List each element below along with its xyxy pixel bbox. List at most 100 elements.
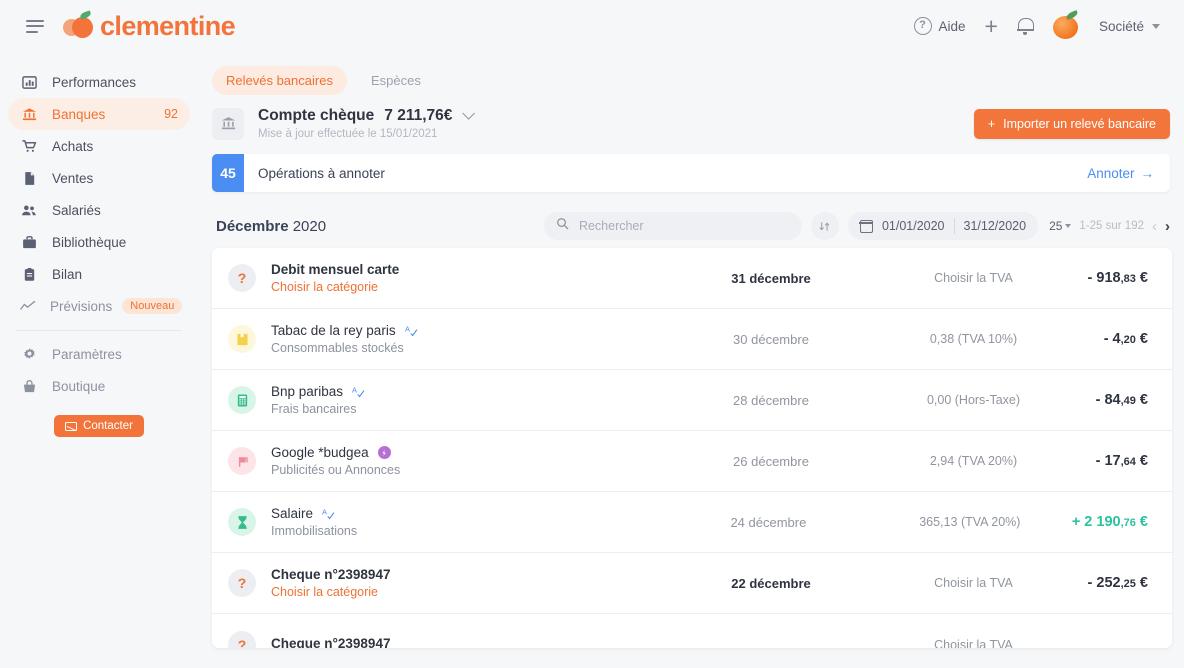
sidebar-item-bibliotheque[interactable]: Bibliothèque <box>8 226 190 258</box>
company-switcher[interactable]: Société <box>1099 19 1160 34</box>
row-tva[interactable]: Choisir la TVA <box>871 576 1076 590</box>
row-date: 30 décembre <box>733 331 809 347</box>
yellow-book-icon <box>228 325 256 353</box>
sidebar-item-label: Performances <box>52 74 137 90</box>
annoter-link[interactable]: Annoter → <box>1087 166 1154 181</box>
row-main: Salaire A Immobilisations <box>271 506 669 538</box>
amount-currency: € <box>1135 331 1148 347</box>
row-amount: - 17,64 € <box>1076 453 1172 469</box>
tab-releves-bancaires[interactable]: Relevés bancaires <box>212 66 347 95</box>
bell-icon[interactable] <box>1016 17 1034 35</box>
sidebar-item-boutique[interactable]: Boutique <box>8 370 190 402</box>
per-page-select[interactable]: 25 <box>1049 219 1072 233</box>
sidebar-item-ventes[interactable]: Ventes <box>8 162 190 194</box>
prev-page-button[interactable]: ‹ <box>1152 219 1157 234</box>
cart-icon <box>20 137 38 155</box>
svg-text:A: A <box>322 507 327 516</box>
import-statement-button[interactable]: + Importer un relevé bancaire <box>973 109 1170 139</box>
row-category[interactable]: Choisir la catégorie <box>271 585 671 599</box>
search-input[interactable] <box>578 219 790 233</box>
table-row[interactable]: Tabac de la rey paris A Consommables sto… <box>212 309 1172 370</box>
table-row[interactable]: ? Debit mensuel carte Choisir la catégor… <box>212 248 1172 309</box>
tab-bar: Relevés bancaires Espèces <box>198 52 1184 95</box>
account-updated: Mise à jour effectuée le 15/01/2021 <box>258 128 438 140</box>
brand-logo-area[interactable]: clementine <box>63 10 236 42</box>
row-category[interactable]: Publicités ou Annonces <box>271 463 671 477</box>
trend-line-icon <box>20 297 36 315</box>
row-date: 31 décembre <box>731 270 811 286</box>
row-category[interactable]: Consommables stockés <box>271 341 671 355</box>
table-row[interactable]: Bnp paribas A Frais bancaires 28 décembr… <box>212 370 1172 431</box>
sidebar-item-salaries[interactable]: Salariés <box>8 194 190 226</box>
date-divider <box>953 218 955 234</box>
sidebar-item-bilan[interactable]: Bilan <box>8 258 190 290</box>
top-bar: clementine ? Aide + Société <box>0 0 1184 52</box>
row-tva[interactable]: 0,38 (TVA 10%) <box>871 332 1076 346</box>
amount-dec: ,49 <box>1120 395 1136 407</box>
import-label: Importer un relevé bancaire <box>1003 117 1156 131</box>
sidebar-item-label: Bibliothèque <box>52 234 127 250</box>
row-tva[interactable]: Choisir la TVA <box>871 271 1076 285</box>
question-mark-icon: ? <box>228 630 256 648</box>
sidebar-item-label: Ventes <box>52 170 94 186</box>
table-row[interactable]: ? Cheque n°2398947 Choisir la catégorie … <box>212 553 1172 614</box>
hamburger-icon[interactable] <box>26 19 44 33</box>
row-title-text: Debit mensuel carte <box>271 262 400 277</box>
table-row[interactable]: Salaire A Immobilisations 24 décembre 36… <box>212 492 1172 553</box>
add-button[interactable]: + <box>985 14 998 38</box>
auto-categorized-icon: A <box>322 507 335 520</box>
row-title-text: Google *budgea <box>271 445 369 460</box>
sidebar-item-banques[interactable]: Banques 92 <box>8 98 190 130</box>
amount-int: + 2 190 <box>1071 514 1121 530</box>
row-title-text: Salaire <box>271 506 314 521</box>
account-text: Compte chèque 7 211,76€ Mise à jour effe… <box>258 107 476 140</box>
sidebar-item-badge: Nouveau <box>122 298 183 314</box>
row-tva[interactable]: 365,13 (TVA 20%) <box>868 515 1072 529</box>
sort-arrows-icon[interactable] <box>810 212 839 240</box>
row-category[interactable]: Choisir la catégorie <box>271 280 671 294</box>
date-from[interactable]: 01/01/2020 <box>882 219 945 233</box>
tab-especes[interactable]: Espèces <box>357 66 435 95</box>
row-tva[interactable]: 0,00 (Hors-Taxe) <box>871 393 1076 407</box>
row-category[interactable]: Immobilisations <box>271 524 669 538</box>
annotation-label: Opérations à annoter <box>258 165 385 181</box>
chevron-down-icon <box>1152 23 1160 29</box>
date-to[interactable]: 31/12/2020 <box>964 219 1027 233</box>
avatar[interactable] <box>1052 10 1080 40</box>
row-tva[interactable]: Choisir la TVA <box>871 638 1076 649</box>
annotation-count-badge: 45 <box>212 154 244 192</box>
row-date: 26 décembre <box>733 453 809 469</box>
contact-button[interactable]: Contacter <box>54 415 144 437</box>
row-amount: - 84,49 € <box>1076 392 1172 408</box>
sidebar-item-parametres[interactable]: Paramètres <box>8 338 190 370</box>
sidebar-item-label: Bilan <box>52 266 83 282</box>
date-range-filter[interactable]: 01/01/2020 31/12/2020 <box>847 212 1039 240</box>
row-tva[interactable]: 2,94 (TVA 20%) <box>871 454 1076 468</box>
next-page-button[interactable]: › <box>1165 219 1170 234</box>
row-title: Bnp paribas A <box>271 384 671 399</box>
search-box[interactable] <box>543 212 802 240</box>
users-icon <box>20 201 38 219</box>
main-content: Relevés bancaires Espèces Compte chèque … <box>198 52 1184 668</box>
amount-currency: € <box>1135 392 1148 408</box>
row-category[interactable]: Frais bancaires <box>271 402 671 416</box>
top-bar-actions: ? Aide + Société <box>913 10 1160 40</box>
sidebar-item-count: 92 <box>164 107 178 121</box>
amount-dec: ,64 <box>1120 456 1136 468</box>
chevron-down-icon[interactable] <box>462 107 476 120</box>
row-main: Cheque n°2398947 Choisir la catégorie <box>271 567 671 599</box>
help-button[interactable]: ? Aide <box>913 17 966 35</box>
sidebar-item-label: Prévisions <box>50 298 113 314</box>
sidebar-item-performances[interactable]: Performances <box>8 66 190 98</box>
sidebar-item-previsions[interactable]: Prévisions Nouveau <box>8 290 190 322</box>
svg-text:A: A <box>405 324 410 333</box>
row-main: Bnp paribas A Frais bancaires <box>271 384 671 416</box>
period-label: Décembre 2020 <box>216 218 326 235</box>
table-row[interactable]: Google *budgea Publicités ou Annonces 26… <box>212 431 1172 492</box>
table-row[interactable]: ? Cheque n°2398947 Choisir la TVA <box>212 614 1172 648</box>
sidebar: Performances Banques 92 Achats Ventes Sa… <box>0 52 198 668</box>
question-circle-icon: ? <box>913 17 932 35</box>
sidebar-item-achats[interactable]: Achats <box>8 130 190 162</box>
clipboard-icon <box>20 265 38 283</box>
company-label: Société <box>1098 18 1144 34</box>
